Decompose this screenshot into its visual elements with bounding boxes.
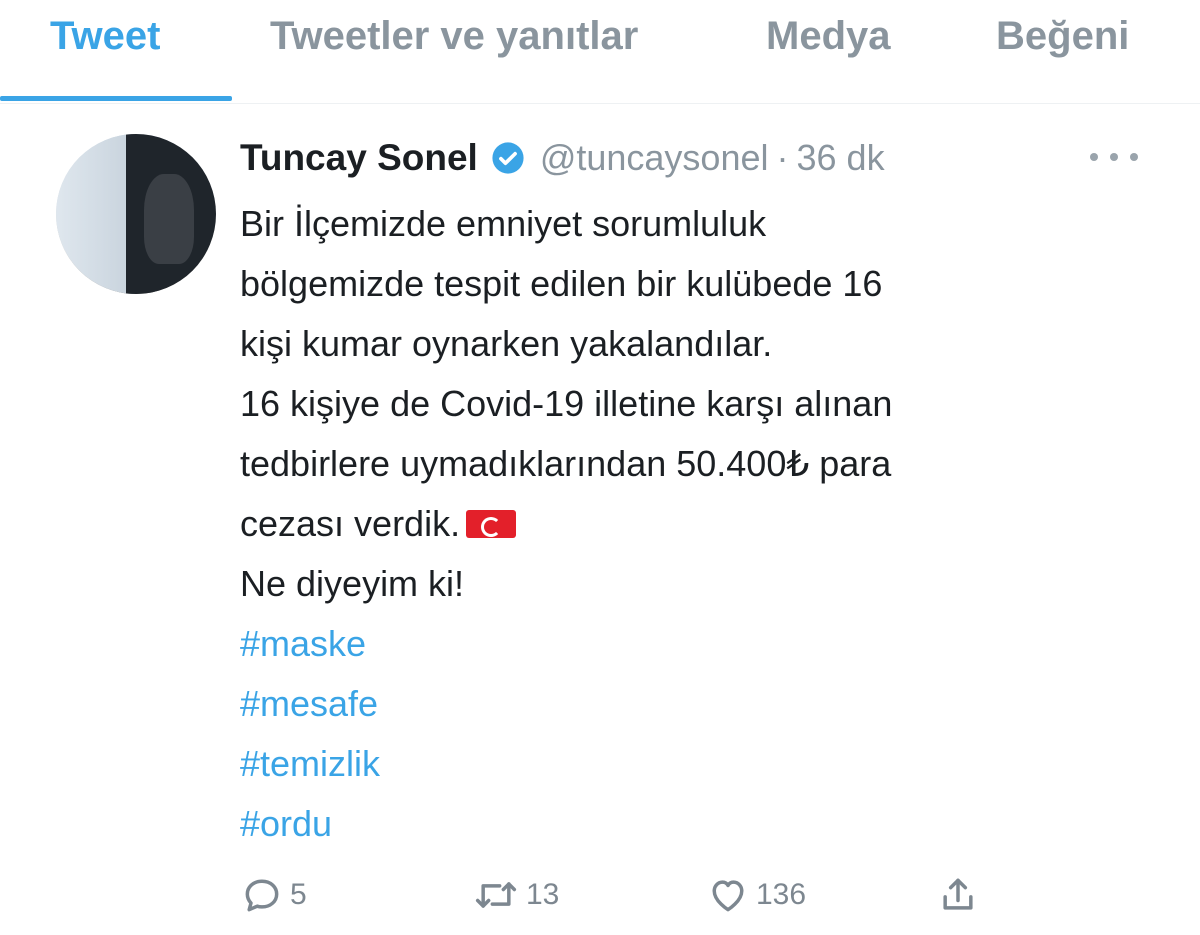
more-dot <box>1110 153 1118 161</box>
tweet-header: Tuncay Sonel @tuncaysonel · 36 dk <box>240 134 885 182</box>
tweet-line-with-flag: cezası verdik. <box>240 494 1160 554</box>
hashtag-link[interactable]: #maske <box>240 614 1160 674</box>
like-button[interactable]: 136 <box>706 868 806 922</box>
avatar[interactable] <box>56 134 216 294</box>
retweet-button[interactable]: 13 <box>472 868 559 922</box>
share-button[interactable] <box>936 868 980 922</box>
tab-tweets-and-replies[interactable]: Tweetler ve yanıtlar <box>270 14 638 59</box>
share-icon <box>943 878 973 910</box>
reply-button[interactable]: 5 <box>240 868 307 922</box>
reply-count: 5 <box>290 878 307 911</box>
tweet-actions: 5 13 136 <box>240 868 1000 922</box>
more-icon[interactable] <box>1090 150 1138 164</box>
retweet-icon <box>475 882 517 908</box>
tweet-line: tedbirlere uymadıklarından 50.400₺ para <box>240 443 892 484</box>
display-name[interactable]: Tuncay Sonel <box>240 137 478 179</box>
tab-tweet[interactable]: Tweet <box>50 14 160 59</box>
retweet-count: 13 <box>526 878 560 911</box>
verified-badge-icon <box>490 140 526 176</box>
profile-tabs: Tweet Tweetler ve yanıtlar Medya Beğeni <box>0 0 1200 104</box>
like-icon <box>712 880 744 912</box>
separator-dot: · <box>776 137 789 178</box>
hashtag-link[interactable]: #temizlik <box>240 734 1160 794</box>
tweet-line: bölgemizde tespit edilen bir kulübede 16 <box>240 263 883 304</box>
more-dot <box>1090 153 1098 161</box>
tab-likes[interactable]: Beğeni <box>996 14 1129 59</box>
tweet-line: kişi kumar oynarken yakalandılar. <box>240 323 773 364</box>
active-tab-indicator <box>0 96 232 101</box>
tweet-line: Bir İlçemizde emniyet sorumluluk <box>240 203 767 244</box>
turkey-flag-icon <box>466 510 517 538</box>
like-count: 136 <box>756 878 807 911</box>
reply-icon <box>245 879 279 912</box>
tab-media[interactable]: Medya <box>766 14 891 59</box>
user-handle[interactable]: @tuncaysonel <box>540 137 769 179</box>
avatar-person <box>144 174 194 264</box>
hashtag-link[interactable]: #mesafe <box>240 674 1160 734</box>
tweet-line: Ne diyeyim ki! <box>240 563 465 604</box>
tweet-timestamp[interactable]: 36 dk <box>797 137 885 179</box>
more-dot <box>1130 153 1138 161</box>
tweet-line-text: cezası verdik. <box>240 503 461 544</box>
tweet-line: 16 kişiye de Covid-19 illetine karşı alı… <box>240 383 893 424</box>
hashtag-link[interactable]: #ordu <box>240 794 1160 854</box>
tweet-body: Bir İlçemizde emniyet sorumluluk bölgemi… <box>240 194 1160 854</box>
avatar-background <box>56 134 136 294</box>
